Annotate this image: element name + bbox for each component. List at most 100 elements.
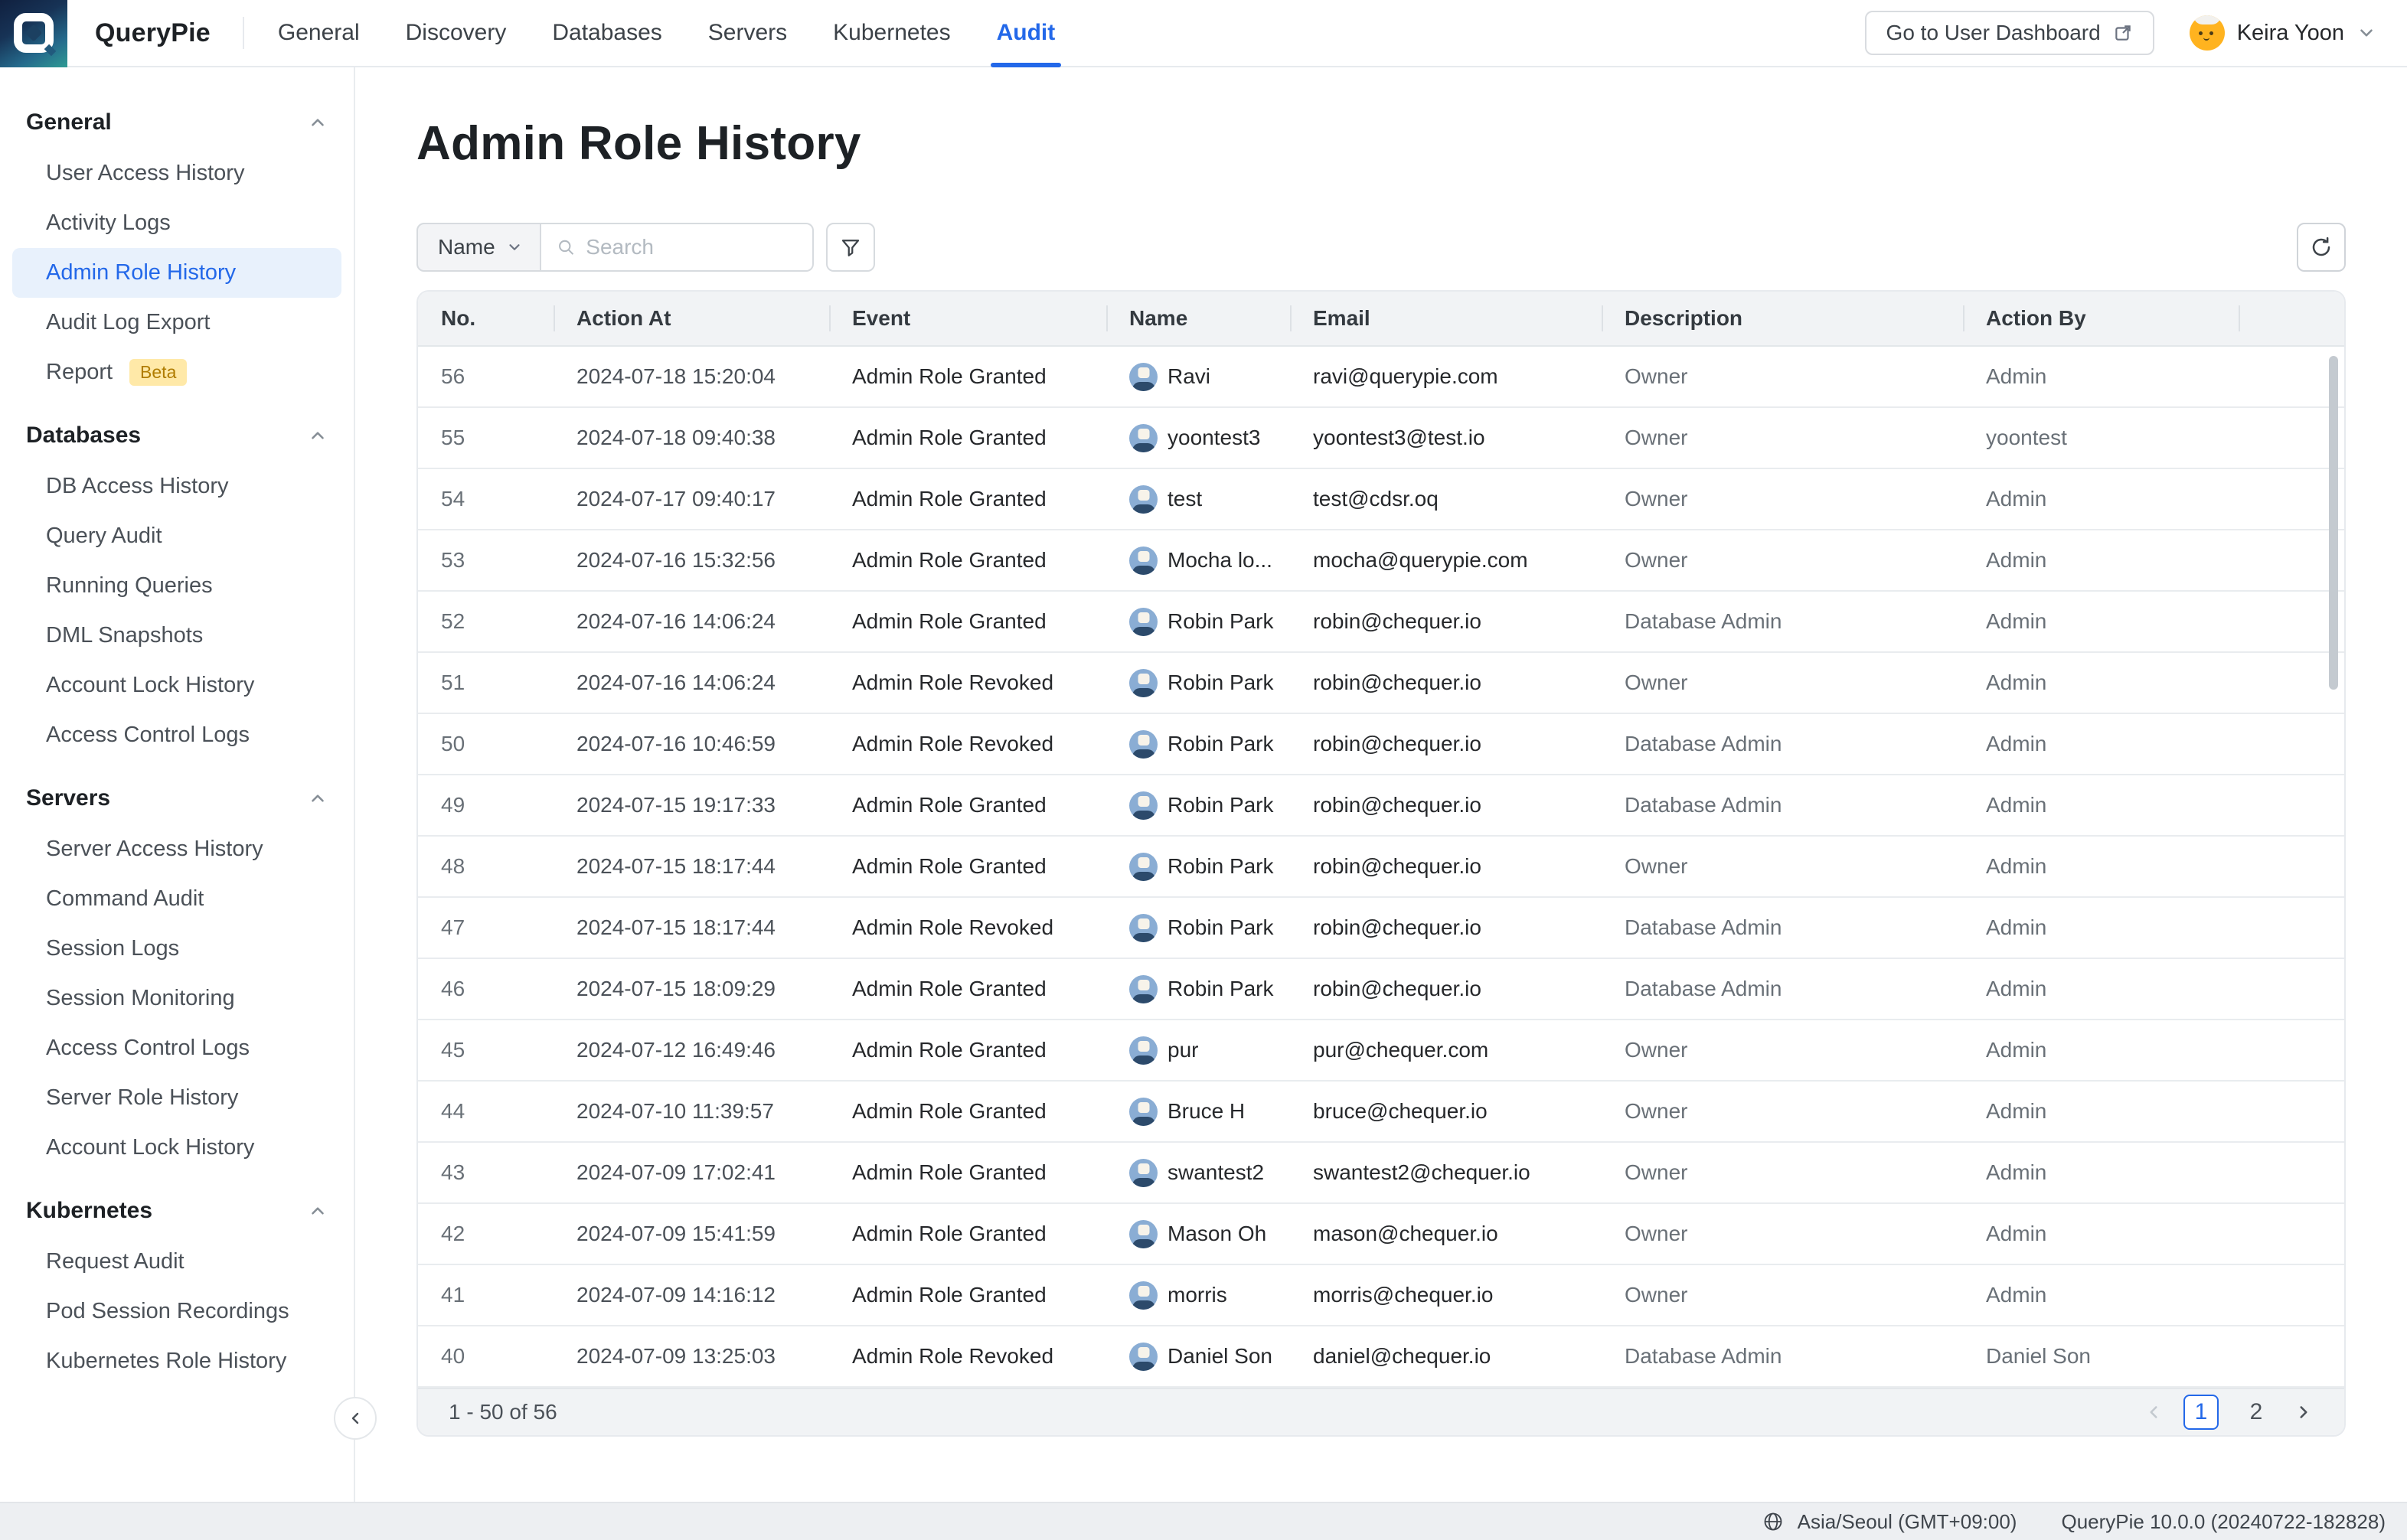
sidebar-item-label: Access Control Logs: [46, 1036, 250, 1061]
sidebar-section-heading[interactable]: Kubernetes: [0, 1194, 354, 1228]
cell-email: robin@chequer.io: [1290, 653, 1602, 713]
search-field-select[interactable]: Name: [416, 223, 541, 272]
next-page-button[interactable]: [2294, 1402, 2314, 1422]
cell-no: 40: [418, 1326, 554, 1386]
sidebar-item[interactable]: Session Logs: [0, 924, 354, 974]
top-nav-item-label: Audit: [997, 20, 1056, 46]
table-row[interactable]: 41 2024-07-09 14:16:12 Admin Role Grante…: [418, 1265, 2344, 1326]
cell-no: 49: [418, 775, 554, 835]
user-avatar-icon: [1129, 363, 1158, 391]
querypie-logo-icon[interactable]: [0, 0, 67, 67]
sidebar-item[interactable]: Audit Log Export: [0, 298, 354, 347]
brand-title: QueryPie: [95, 18, 211, 48]
sidebar-item[interactable]: Query Audit: [0, 511, 354, 561]
sidebar-section-heading[interactable]: General: [0, 106, 354, 139]
go-to-user-dashboard-button[interactable]: Go to User Dashboard: [1865, 11, 2154, 55]
cell-empty: [2239, 714, 2344, 774]
page-title: Admin Role History: [416, 116, 2346, 171]
sidebar-item[interactable]: DB Access History: [0, 462, 354, 511]
page-button[interactable]: 1: [2183, 1395, 2219, 1430]
top-nav-item[interactable]: Kubernetes: [833, 0, 950, 66]
page-button[interactable]: 2: [2239, 1395, 2274, 1430]
sidebar-item[interactable]: Running Queries: [0, 561, 354, 611]
cell-empty: [2239, 1020, 2344, 1080]
column-header[interactable]: Name: [1106, 292, 1290, 345]
top-nav-item-label: General: [278, 20, 360, 46]
prev-page-button[interactable]: [2144, 1402, 2164, 1422]
table-row[interactable]: 46 2024-07-15 18:09:29 Admin Role Grante…: [418, 959, 2344, 1020]
cell-name-text: Mason Oh: [1168, 1222, 1266, 1246]
cell-description: Owner: [1602, 408, 1963, 468]
sidebar-item[interactable]: DML Snapshots: [0, 611, 354, 661]
sidebar-item[interactable]: Pod Session Recordings: [0, 1287, 354, 1336]
table-row[interactable]: 56 2024-07-18 15:20:04 Admin Role Grante…: [418, 347, 2344, 408]
column-header[interactable]: No.: [418, 292, 554, 345]
table-row[interactable]: 54 2024-07-17 09:40:17 Admin Role Grante…: [418, 469, 2344, 530]
top-nav-item[interactable]: Discovery: [406, 0, 507, 66]
table-row[interactable]: 40 2024-07-09 13:25:03 Admin Role Revoke…: [418, 1326, 2344, 1388]
user-menu[interactable]: Keira Yoon: [2190, 15, 2376, 51]
table-scrollbar[interactable]: [2329, 356, 2338, 690]
top-nav-item[interactable]: Audit: [997, 0, 1056, 66]
cell-name: yoontest3: [1106, 408, 1290, 468]
search-input[interactable]: [586, 235, 796, 259]
table-row[interactable]: 49 2024-07-15 19:17:33 Admin Role Grante…: [418, 775, 2344, 837]
sidebar-section-heading[interactable]: Servers: [0, 781, 354, 815]
sidebar-item[interactable]: Account Lock History: [0, 661, 354, 710]
cell-action-at: 2024-07-15 18:17:44: [554, 837, 829, 896]
avatar-face: [2199, 31, 2216, 41]
cell-action-by: Admin: [1963, 959, 2239, 1019]
chevron-left-icon: [2144, 1402, 2164, 1422]
table-row[interactable]: 42 2024-07-09 15:41:59 Admin Role Grante…: [418, 1204, 2344, 1265]
sidebar-item-label: Report: [46, 360, 113, 385]
sidebar-item[interactable]: Kubernetes Role History: [0, 1336, 354, 1386]
admin-role-history-table: No.Action AtEventNameEmailDescriptionAct…: [416, 290, 2346, 1437]
sidebar-item[interactable]: Activity Logs: [0, 198, 354, 248]
table-row[interactable]: 48 2024-07-15 18:17:44 Admin Role Grante…: [418, 837, 2344, 898]
column-header[interactable]: Description: [1602, 292, 1963, 345]
cell-empty: [2239, 1082, 2344, 1141]
sidebar-item[interactable]: Session Monitoring: [0, 974, 354, 1023]
sidebar-item[interactable]: ReportBeta: [0, 347, 354, 397]
sidebar-item[interactable]: Account Lock History: [0, 1123, 354, 1173]
sidebar-collapse-button[interactable]: [334, 1397, 377, 1440]
cell-action-by: Admin: [1963, 1082, 2239, 1141]
cell-email: test@cdsr.oq: [1290, 469, 1602, 529]
chevron-up-icon: [308, 426, 328, 445]
sidebar-item[interactable]: Server Role History: [0, 1073, 354, 1123]
table-row[interactable]: 55 2024-07-18 09:40:38 Admin Role Grante…: [418, 408, 2344, 469]
table-row[interactable]: 51 2024-07-16 14:06:24 Admin Role Revoke…: [418, 653, 2344, 714]
sidebar-item[interactable]: Command Audit: [0, 874, 354, 924]
top-nav-item[interactable]: Servers: [708, 0, 787, 66]
sidebar-item[interactable]: Server Access History: [0, 824, 354, 874]
refresh-button[interactable]: [2297, 223, 2346, 272]
cell-name-text: yoontest3: [1168, 426, 1260, 450]
sidebar-item[interactable]: Access Control Logs: [0, 710, 354, 760]
header-actions: Go to User Dashboard Keira Yoon: [1865, 11, 2407, 55]
cell-event: Admin Role Granted: [829, 347, 1106, 406]
filter-button[interactable]: [826, 223, 875, 272]
column-header[interactable]: Action At: [554, 292, 829, 345]
table-row[interactable]: 50 2024-07-16 10:46:59 Admin Role Revoke…: [418, 714, 2344, 775]
sidebar-item[interactable]: Access Control Logs: [0, 1023, 354, 1073]
table-row[interactable]: 43 2024-07-09 17:02:41 Admin Role Grante…: [418, 1143, 2344, 1204]
top-nav-item[interactable]: General: [278, 0, 360, 66]
sidebar-item[interactable]: User Access History: [0, 148, 354, 198]
table-row[interactable]: 47 2024-07-15 18:17:44 Admin Role Revoke…: [418, 898, 2344, 959]
column-header[interactable]: [2239, 292, 2344, 345]
sidebar-section-title: Kubernetes: [26, 1198, 152, 1224]
sidebar-item[interactable]: Admin Role History: [12, 248, 341, 298]
table-row[interactable]: 52 2024-07-16 14:06:24 Admin Role Grante…: [418, 592, 2344, 653]
cell-action-by: Admin: [1963, 1020, 2239, 1080]
cell-action-at: 2024-07-15 18:09:29: [554, 959, 829, 1019]
table-row[interactable]: 45 2024-07-12 16:49:46 Admin Role Grante…: [418, 1020, 2344, 1082]
table-row[interactable]: 44 2024-07-10 11:39:57 Admin Role Grante…: [418, 1082, 2344, 1143]
column-header[interactable]: Email: [1290, 292, 1602, 345]
top-nav-item[interactable]: Databases: [552, 0, 661, 66]
sidebar-item[interactable]: Request Audit: [0, 1237, 354, 1287]
cell-action-at: 2024-07-09 13:25:03: [554, 1326, 829, 1386]
column-header[interactable]: Event: [829, 292, 1106, 345]
sidebar-section-heading[interactable]: Databases: [0, 419, 354, 452]
table-row[interactable]: 53 2024-07-16 15:32:56 Admin Role Grante…: [418, 530, 2344, 592]
column-header[interactable]: Action By: [1963, 292, 2239, 345]
